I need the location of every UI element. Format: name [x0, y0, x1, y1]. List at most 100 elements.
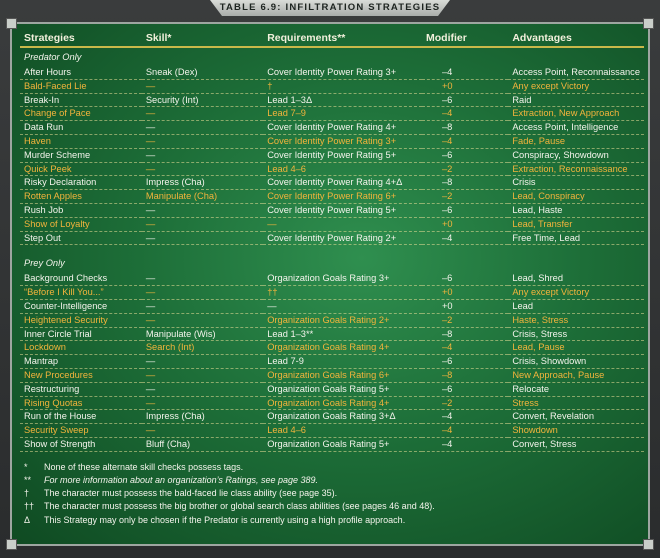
footnote: †† The character must possess the big bro… — [20, 500, 644, 513]
advantages-cell: Any except Victory — [508, 79, 644, 94]
skill-cell: — — [141, 120, 264, 135]
table-row: Rush Job — Cover Identity Power Rating 5+ –… — [20, 203, 644, 218]
modifier-cell: –4 — [422, 423, 509, 438]
advantages-cell: Lead, Pause — [508, 340, 644, 356]
table-row: Lockdown Search (Int) Organization Goals R… — [20, 340, 644, 356]
advantages-cell: Haste, Stress — [508, 313, 644, 328]
corner-bolt — [643, 18, 654, 29]
skill-cell: Impress (Cha) — [141, 175, 264, 191]
table-row: After Hours Sneak (Dex) Cover Identity Pow… — [20, 66, 644, 80]
requirements-cell: Organization Goals Rating 3+ — [263, 272, 422, 287]
modifier-cell: –2 — [422, 189, 509, 204]
modifier-cell: –4 — [422, 340, 509, 356]
requirements-cell: Lead 4–6 — [263, 162, 422, 177]
requirements-cell: Cover Identity Power Rating 5+ — [263, 148, 422, 163]
skill-cell: Search (Int) — [141, 340, 264, 356]
column-header-strategies: Strategies — [20, 30, 142, 48]
strategy-name: Heightened Security — [20, 313, 142, 328]
skill-cell: — — [141, 382, 264, 397]
strategy-name: Murder Scheme — [20, 148, 142, 163]
skill-cell: — — [141, 299, 264, 314]
modifier-cell: –4 — [422, 437, 509, 452]
strategy-name: Haven — [20, 134, 142, 149]
modifier-cell: –2 — [422, 396, 509, 411]
requirements-cell: Lead 1–3** — [263, 327, 422, 342]
strategy-name: Restructuring — [20, 382, 142, 397]
table-row: New Procedures — Organization Goals Rating… — [20, 368, 644, 383]
requirements-cell: Lead 4–6 — [263, 423, 422, 438]
advantages-cell: Convert, Revelation — [508, 409, 644, 425]
table-row: Show of Loyalty — — +0 Lead, Transfer — [20, 217, 644, 232]
strategy-name: “Before I Kill You...” — [20, 285, 142, 300]
skill-cell: — — [141, 313, 264, 328]
advantages-cell: Lead, Transfer — [508, 217, 644, 232]
advantages-cell: Any except Victory — [508, 285, 644, 300]
skill-cell: — — [141, 79, 264, 94]
modifier-cell: –6 — [422, 382, 509, 397]
column-header-advantages: Advantages — [508, 30, 644, 48]
skill-cell: Impress (Cha) — [141, 409, 264, 425]
footnote-text: For more information about an organizati… — [44, 474, 318, 485]
strategy-name: Show of Loyalty — [20, 217, 142, 232]
footnote-spacer — [20, 451, 644, 461]
footnote-row: † The character must possess the bald-fac… — [20, 487, 644, 500]
modifier-cell: –4 — [422, 134, 509, 149]
advantages-cell: Fade, Pause — [508, 134, 644, 149]
modifier-cell: –4 — [422, 231, 509, 246]
modifier-cell: –4 — [422, 409, 509, 425]
table-row: Rotten Apples Manipulate (Cha) Cover Ident… — [20, 189, 644, 204]
modifier-cell: –6 — [422, 272, 509, 287]
footnote-row: Δ This Strategy may only be chosen if the… — [20, 514, 644, 527]
strategy-name: Quick Peek — [20, 162, 142, 177]
strategy-name: Inner Circle Trial — [20, 327, 142, 342]
requirements-cell: Organization Goals Rating 4+ — [263, 396, 422, 411]
table-row: Haven — Cover Identity Power Rating 3+ –4 Fa… — [20, 134, 644, 149]
requirements-cell: — — [263, 217, 422, 232]
requirements-cell: Organization Goals Rating 3+Δ — [263, 409, 422, 425]
table-frame: TABLE 6.9: INFILTRATION STRATEGIES Strat… — [0, 0, 660, 558]
strategy-name: Data Run — [20, 120, 142, 135]
modifier-cell: +0 — [422, 79, 509, 94]
advantages-cell: Conspiracy, Showdown — [508, 148, 644, 163]
modifier-cell: –4 — [422, 66, 509, 80]
strategy-name: Mantrap — [20, 354, 142, 369]
modifier-cell: –8 — [422, 368, 509, 383]
table-row: “Before I Kill You...” — †† +0 Any except Vi… — [20, 285, 644, 300]
strategy-name: Rotten Apples — [20, 189, 142, 204]
skill-cell: — — [141, 231, 264, 246]
strategy-name: Rising Quotas — [20, 396, 142, 411]
footnote-text: The character must possess the big broth… — [44, 501, 435, 512]
column-header-skill: Skill* — [141, 30, 264, 48]
table-row: Background Checks — Organization Goals Rat… — [20, 272, 644, 287]
spacer-cell — [20, 245, 644, 255]
requirements-cell: Cover Identity Power Rating 6+ — [263, 189, 422, 204]
table-body: Predator Only After Hours Sneak (Dex) Cover… — [20, 47, 644, 527]
advantages-cell: Showdown — [508, 423, 644, 438]
section-heading-row: Prey Only — [20, 254, 644, 272]
footnote: † The character must possess the bald-fac… — [20, 487, 644, 500]
advantages-cell: Extraction, New Approach — [508, 106, 644, 122]
table-row: Change of Pace — Lead 7–9 –4 Extraction, New… — [20, 106, 644, 122]
requirements-cell: — — [263, 299, 422, 314]
advantages-cell: Raid — [508, 93, 644, 108]
table-row: Security Sweep — Lead 4–6 –4 Showdown — [20, 423, 644, 438]
skill-cell: — — [141, 423, 264, 438]
requirements-cell: Cover Identity Power Rating 5+ — [263, 203, 422, 218]
corner-bolt — [6, 539, 17, 550]
strategy-name: Security Sweep — [20, 423, 142, 438]
table-row: Data Run — Cover Identity Power Rating 4+ –… — [20, 120, 644, 135]
footnote-mark: †† — [24, 501, 35, 512]
strategy-name: Bald-Faced Lie — [20, 79, 142, 94]
requirements-cell: Lead 1–3Δ — [263, 93, 422, 108]
requirements-cell: Cover Identity Power Rating 4+Δ — [263, 175, 422, 191]
requirements-cell: † — [263, 79, 422, 94]
strategy-name: Risky Declaration — [20, 175, 142, 191]
strategy-name: Break-In — [20, 93, 142, 108]
skill-cell: — — [141, 134, 264, 149]
table-row: Heightened Security — Organization Goals R… — [20, 313, 644, 328]
requirements-cell: Cover Identity Power Rating 3+ — [263, 134, 422, 149]
skill-cell: — — [141, 106, 264, 122]
footnote-mark: Δ — [24, 514, 31, 525]
advantages-cell: Crisis, Showdown — [508, 354, 644, 369]
advantages-cell: Stress — [508, 396, 644, 411]
